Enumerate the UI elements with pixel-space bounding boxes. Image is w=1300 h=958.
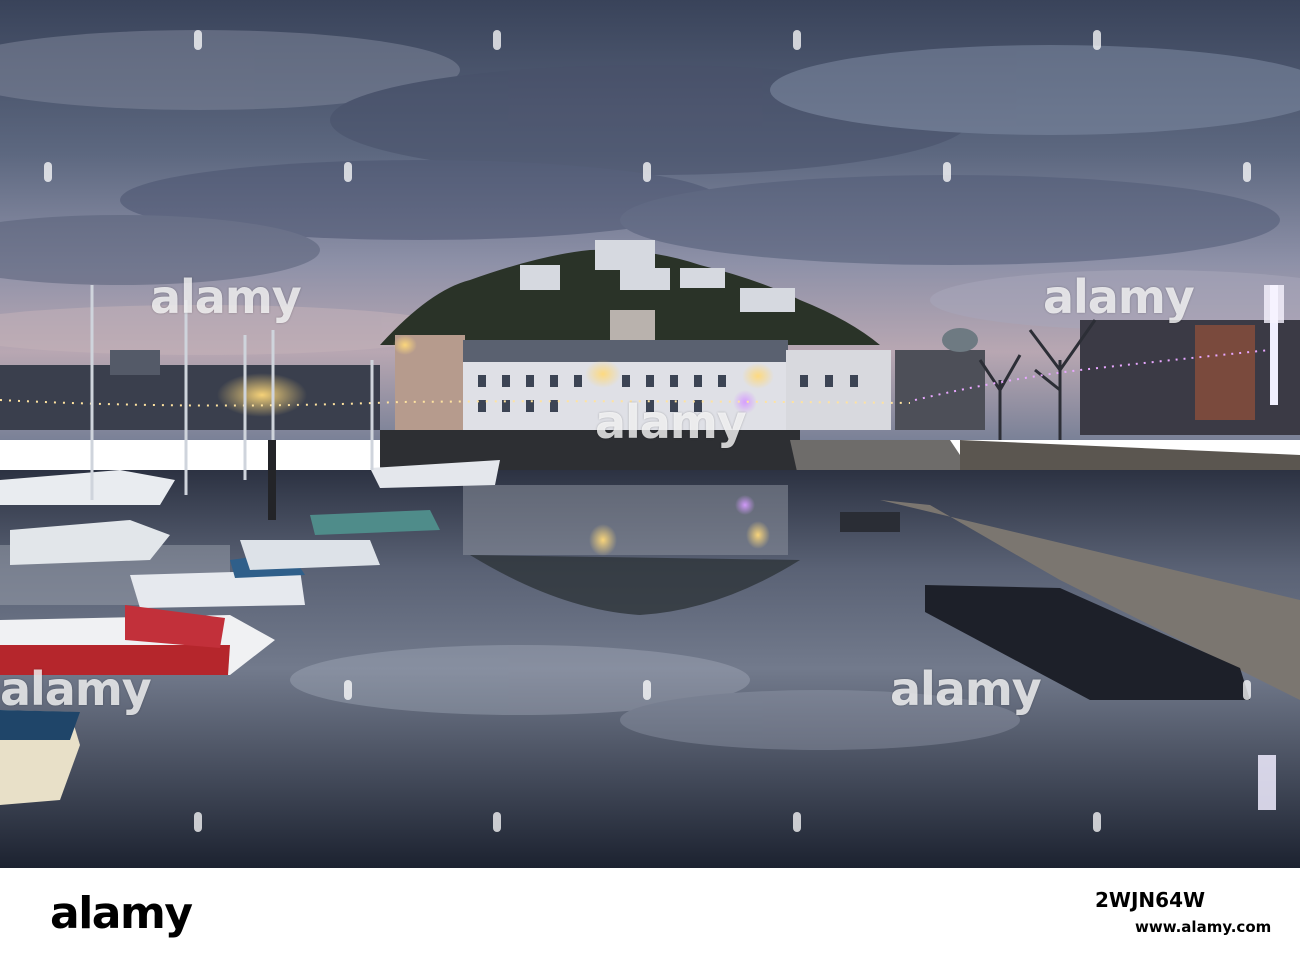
- watermark-dot: [1243, 680, 1251, 700]
- small-pontoon: [840, 512, 900, 532]
- lamp-glow-2: [742, 363, 774, 389]
- watermark-dot: [1093, 812, 1101, 832]
- footer-logo: alamy: [50, 888, 193, 939]
- harbour-night-photo: [0, 0, 1300, 868]
- violet-light: [733, 390, 757, 414]
- watermark-dot: [493, 30, 501, 50]
- watermark-dot: [194, 812, 202, 832]
- light-reflection: [1258, 755, 1276, 810]
- watermark-dot: [194, 30, 202, 50]
- image-id: 2WJN64W: [1095, 888, 1206, 912]
- bandstand-glow: [217, 373, 307, 417]
- watermark-dot: [1243, 162, 1251, 182]
- mooring-post: [268, 440, 276, 520]
- left-waterfront: [0, 365, 380, 430]
- site-url[interactable]: www.alamy.com: [1135, 918, 1271, 936]
- watermark-dot: [643, 680, 651, 700]
- watermark-dot: [1093, 30, 1101, 50]
- watermark-dot: [493, 812, 501, 832]
- right-buildings: [1080, 320, 1300, 435]
- watermark-dot: [344, 680, 352, 700]
- watermark-dot: [793, 30, 801, 50]
- terrace-roof: [463, 340, 788, 362]
- terrace-right: [786, 350, 891, 430]
- watermark-dot: [943, 162, 951, 182]
- dome: [942, 328, 978, 352]
- footer-bar: [0, 868, 1300, 958]
- reflection-terrace: [463, 485, 788, 555]
- lamp-glow-3: [393, 335, 417, 355]
- dome-building: [895, 350, 985, 430]
- watermark-dot: [44, 162, 52, 182]
- watermark-dot: [643, 162, 651, 182]
- watermark-dot: [344, 162, 352, 182]
- lamp-glow-1: [585, 360, 621, 388]
- watermark-dot: [793, 812, 801, 832]
